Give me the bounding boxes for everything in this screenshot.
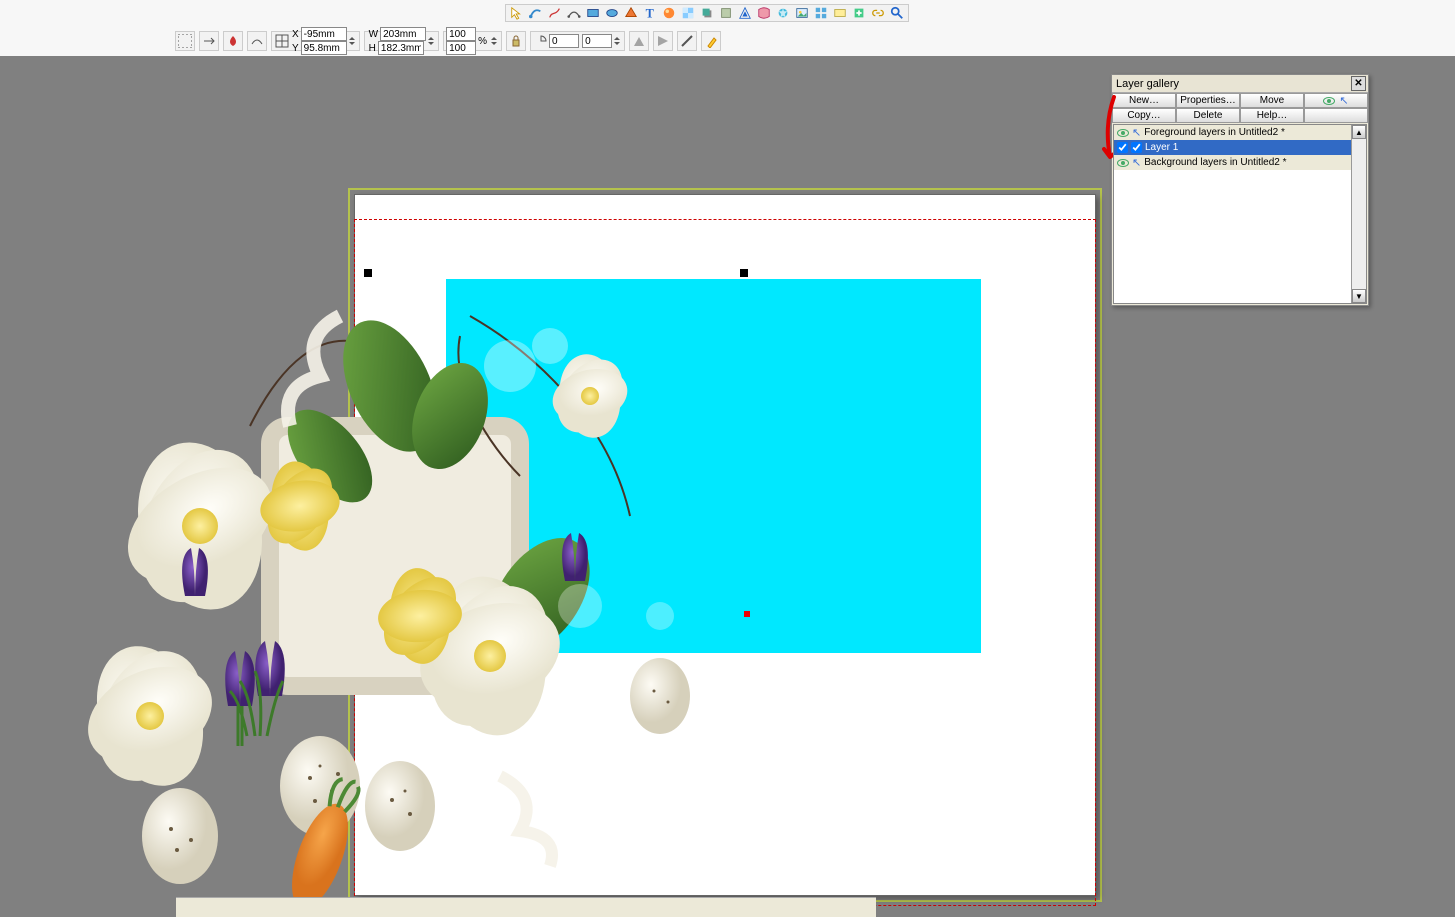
w-field[interactable] (380, 27, 426, 41)
move-button[interactable]: Move (1240, 93, 1304, 108)
marker-icon[interactable] (701, 31, 721, 51)
foreground-label: Foreground layers in Untitled2 * (1144, 127, 1285, 138)
shadow-icon[interactable] (699, 5, 715, 21)
properties-button[interactable]: Properties… (1176, 93, 1240, 108)
foreground-heading-row[interactable]: ↖ Foreground layers in Untitled2 * (1114, 125, 1366, 140)
layer-1-row[interactable]: Layer 1 (1114, 140, 1366, 155)
cursor-icon[interactable]: ↖ (1132, 156, 1141, 169)
selection-handle-tl[interactable] (364, 269, 372, 277)
link-icon[interactable] (870, 5, 886, 21)
bevel-icon[interactable] (718, 5, 734, 21)
h-field[interactable] (378, 41, 424, 55)
quickshape-icon[interactable] (623, 5, 639, 21)
wh-group: W H (364, 31, 439, 51)
scale-spinner[interactable] (489, 36, 499, 46)
text-tool-icon[interactable]: T (642, 5, 658, 21)
bitmap-icon[interactable] (832, 5, 848, 21)
mould-icon[interactable] (756, 5, 772, 21)
main-toolbar: T (505, 4, 909, 22)
new-button[interactable]: New… (1112, 93, 1176, 108)
skew-field[interactable] (582, 34, 612, 48)
flip-h-icon[interactable] (629, 31, 649, 51)
scroll-up-icon[interactable]: ▲ (1352, 125, 1366, 139)
scale-line-icon[interactable] (677, 31, 697, 51)
shape-editor-icon[interactable] (528, 5, 544, 21)
cyan-rectangle[interactable] (446, 279, 981, 653)
bezier-icon[interactable] (566, 5, 582, 21)
svg-text:T: T (646, 6, 654, 20)
delete-button[interactable]: Delete (1176, 108, 1240, 123)
cursor-icon[interactable]: ↖ (1132, 126, 1141, 139)
visibility-header: ↖ (1304, 93, 1368, 108)
fill-swap-icon[interactable] (223, 31, 243, 51)
y-field[interactable] (301, 41, 347, 55)
freehand-icon[interactable] (547, 5, 563, 21)
selection-handle-tc[interactable] (740, 269, 748, 277)
liveeffect-icon[interactable] (775, 5, 791, 21)
flip-v-icon[interactable] (653, 31, 673, 51)
ellipse-icon[interactable] (604, 5, 620, 21)
scale-group: % (443, 31, 502, 51)
angle-field[interactable] (549, 34, 579, 48)
lock-aspect-icon[interactable] (506, 31, 526, 51)
layer-list-scrollbar[interactable]: ▲▼ (1351, 125, 1366, 303)
property-bar: X Y W H % (175, 30, 721, 52)
clipart-icon[interactable] (813, 5, 829, 21)
eye-icon (1323, 97, 1335, 105)
nudge-icon[interactable] (199, 31, 219, 51)
background-heading-row[interactable]: ↖ Background layers in Untitled2 * (1114, 155, 1366, 170)
scroll-down-icon[interactable]: ▼ (1352, 289, 1366, 303)
export-icon[interactable] (851, 5, 867, 21)
layer-1-visible-checkbox[interactable] (1117, 142, 1128, 153)
xy-group: X Y (271, 31, 360, 51)
snap-grid-icon[interactable] (175, 31, 195, 51)
layer-1-label: Layer 1 (1145, 142, 1178, 153)
layer-gallery-panel[interactable]: Layer gallery ✕ New… Properties… Move ↖ … (1111, 74, 1369, 306)
x-field[interactable] (301, 27, 347, 41)
zoom-icon[interactable] (889, 5, 905, 21)
rectangle-icon[interactable] (585, 5, 601, 21)
layer-gallery-title: Layer gallery (1116, 78, 1179, 90)
selector-tool-icon[interactable] (509, 5, 525, 21)
scale-y-field[interactable] (446, 41, 476, 55)
layer-gallery-titlebar[interactable]: Layer gallery ✕ (1112, 75, 1368, 93)
fill-tool-icon[interactable] (661, 5, 677, 21)
status-bar (176, 897, 876, 917)
rotation-center-icon[interactable] (744, 611, 750, 617)
cursor-icon: ↖ (1339, 94, 1348, 107)
photo-icon[interactable] (794, 5, 810, 21)
wh-spinner[interactable] (426, 36, 436, 46)
close-icon[interactable]: ✕ (1351, 76, 1366, 91)
profile-icon[interactable] (247, 31, 267, 51)
layer-list: ↖ Foreground layers in Untitled2 * Layer… (1113, 124, 1367, 304)
layer-1-editable-checkbox[interactable] (1131, 142, 1142, 153)
background-label: Background layers in Untitled2 * (1144, 157, 1286, 168)
eye-icon[interactable] (1117, 129, 1129, 137)
scale-x-field[interactable] (446, 27, 476, 41)
angle-spinner[interactable] (612, 36, 622, 46)
layer-gallery-buttons: New… Properties… Move ↖ Copy… Delete Hel… (1112, 93, 1368, 123)
transparency-icon[interactable] (680, 5, 696, 21)
eye-icon[interactable] (1117, 159, 1129, 167)
angle-group (530, 31, 625, 51)
help-button[interactable]: Help… (1240, 108, 1304, 123)
copy-button[interactable]: Copy… (1112, 108, 1176, 123)
contour-icon[interactable] (737, 5, 753, 21)
xy-spinner[interactable] (347, 36, 357, 46)
